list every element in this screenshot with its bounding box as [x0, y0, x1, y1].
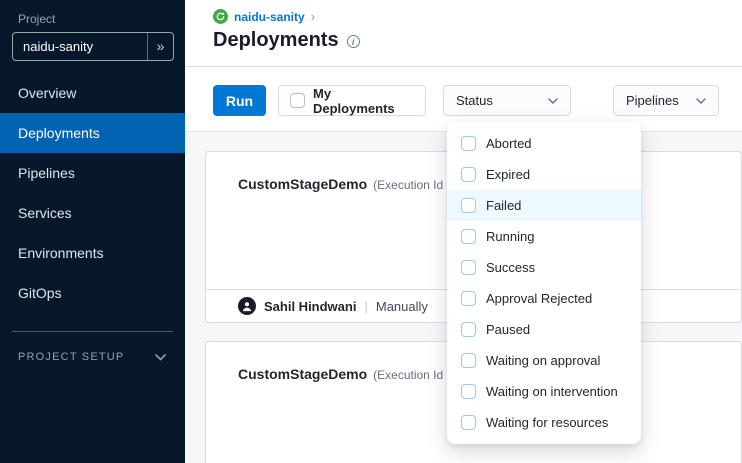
status-option-expired[interactable]: Expired — [447, 159, 641, 190]
project-setup-toggle[interactable]: PROJECT SETUP — [18, 347, 166, 367]
my-deployments-toggle[interactable]: My Deployments — [278, 85, 426, 116]
status-option-label: Failed — [486, 198, 521, 213]
sidebar-item-label: Services — [18, 205, 72, 221]
trigger-type: Manually — [376, 299, 428, 314]
pipelines-filter-label: Pipelines — [626, 93, 679, 108]
status-option-running[interactable]: Running — [447, 221, 641, 252]
sidebar-item-label: GitOps — [18, 285, 62, 301]
sidebar: Project naidu-sanity » Overview Deployme… — [0, 0, 185, 463]
status-option-label: Waiting on approval — [486, 353, 600, 368]
title-row: Deployments i — [213, 29, 360, 52]
status-option-waiting-for-resources[interactable]: Waiting for resources — [447, 407, 641, 438]
status-option-failed[interactable]: Failed — [447, 190, 641, 221]
breadcrumb: naidu-sanity › — [213, 9, 315, 24]
chevron-down-icon — [548, 98, 558, 104]
status-filter-dropdown[interactable]: Status — [443, 85, 571, 116]
pipeline-name[interactable]: CustomStageDemo — [238, 366, 367, 382]
status-option-label: Waiting on intervention — [486, 384, 618, 399]
checkbox[interactable] — [461, 136, 476, 151]
double-chevron-icon[interactable]: » — [147, 33, 173, 60]
main-content: naidu-sanity › Deployments i Run My Depl… — [185, 0, 742, 463]
status-option-paused[interactable]: Paused — [447, 314, 641, 345]
pipelines-filter-dropdown[interactable]: Pipelines — [613, 85, 719, 116]
project-setup-label: PROJECT SETUP — [18, 351, 124, 363]
status-option-label: Paused — [486, 322, 530, 337]
header-divider — [185, 66, 742, 67]
sidebar-divider — [12, 331, 173, 332]
checkbox[interactable] — [461, 353, 476, 368]
breadcrumb-chevron-icon: › — [311, 9, 315, 24]
my-deployments-checkbox[interactable] — [290, 93, 305, 108]
project-name: naidu-sanity — [13, 39, 147, 54]
page-title: Deployments — [213, 29, 339, 52]
execution-id-label: (Execution Id — [373, 178, 443, 192]
sidebar-item-deployments[interactable]: Deployments — [0, 113, 185, 153]
project-label: Project — [18, 12, 55, 26]
sidebar-item-environments[interactable]: Environments — [0, 233, 185, 273]
checkbox[interactable] — [461, 229, 476, 244]
checkbox[interactable] — [461, 198, 476, 213]
status-filter-label: Status — [456, 93, 493, 108]
sidebar-item-pipelines[interactable]: Pipelines — [0, 153, 185, 193]
checkbox[interactable] — [461, 415, 476, 430]
status-option-success[interactable]: Success — [447, 252, 641, 283]
sidebar-item-label: Deployments — [18, 125, 100, 141]
sidebar-item-overview[interactable]: Overview — [0, 73, 185, 113]
chevron-down-icon — [696, 98, 706, 104]
chevron-down-icon — [155, 354, 166, 361]
status-option-label: Running — [486, 229, 534, 244]
sidebar-nav: Overview Deployments Pipelines Services … — [0, 73, 185, 313]
my-deployments-label: My Deployments — [313, 86, 414, 116]
status-option-aborted[interactable]: Aborted — [447, 128, 641, 159]
execution-id-label: (Execution Id — [373, 368, 443, 382]
status-option-approval-rejected[interactable]: Approval Rejected — [447, 283, 641, 314]
status-option-label: Expired — [486, 167, 530, 182]
checkbox[interactable] — [461, 291, 476, 306]
status-option-label: Waiting for resources — [486, 415, 608, 430]
status-option-label: Approval Rejected — [486, 291, 592, 306]
status-option-label: Success — [486, 260, 535, 275]
info-icon[interactable]: i — [347, 35, 360, 48]
status-option-label: Aborted — [486, 136, 532, 151]
status-filter-menu: Aborted Expired Failed Running Success A… — [447, 122, 641, 444]
checkbox[interactable] — [461, 322, 476, 337]
footer-separator: | — [364, 299, 367, 314]
status-option-waiting-on-approval[interactable]: Waiting on approval — [447, 345, 641, 376]
sidebar-item-label: Environments — [18, 245, 104, 261]
breadcrumb-project-link[interactable]: naidu-sanity — [234, 10, 305, 24]
pipeline-name[interactable]: CustomStageDemo — [238, 176, 367, 192]
checkbox[interactable] — [461, 260, 476, 275]
triggered-by-name: Sahil Hindwani — [264, 299, 356, 314]
run-button[interactable]: Run — [213, 85, 266, 116]
sidebar-item-gitops[interactable]: GitOps — [0, 273, 185, 313]
status-option-waiting-on-intervention[interactable]: Waiting on intervention — [447, 376, 641, 407]
sidebar-item-services[interactable]: Services — [0, 193, 185, 233]
checkbox[interactable] — [461, 384, 476, 399]
checkbox[interactable] — [461, 167, 476, 182]
sidebar-item-label: Overview — [18, 85, 76, 101]
sidebar-item-label: Pipelines — [18, 165, 75, 181]
cd-module-icon — [213, 9, 228, 24]
user-avatar-icon — [238, 297, 256, 315]
project-selector[interactable]: naidu-sanity » — [12, 32, 174, 61]
